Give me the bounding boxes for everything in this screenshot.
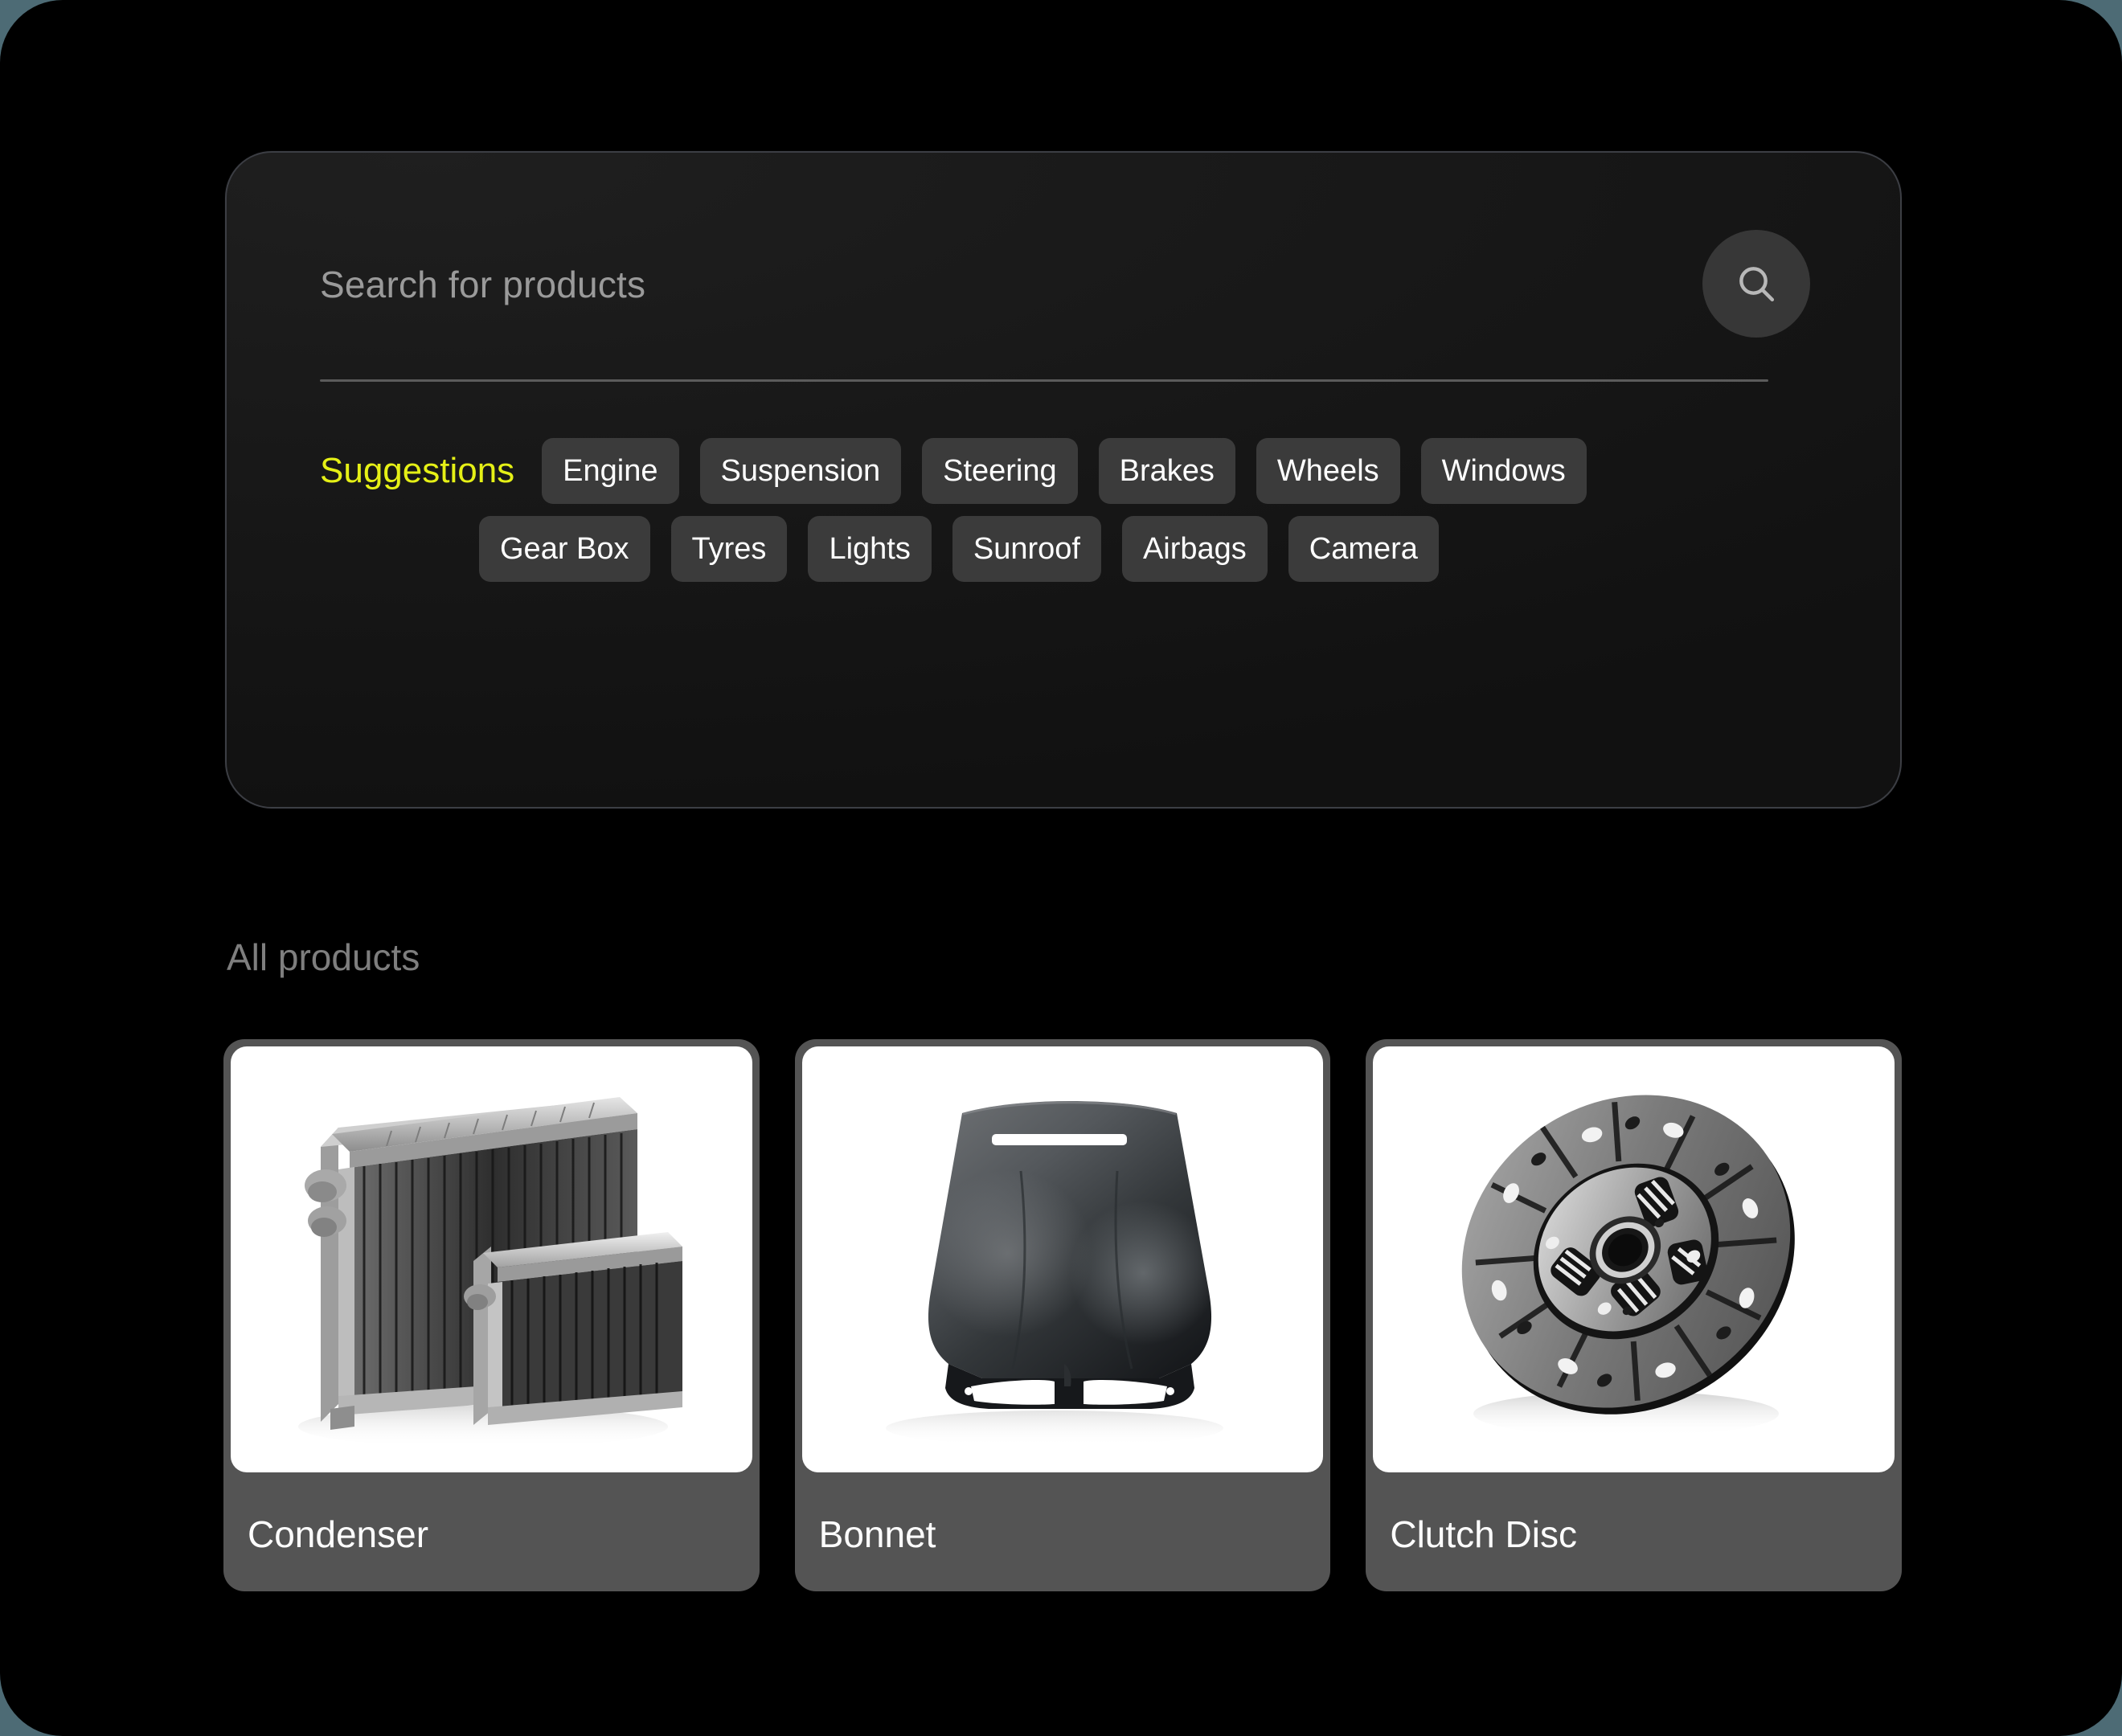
- suggestions-row-primary: Suggestions Engine Suspension Steering B…: [320, 438, 1855, 504]
- suggestion-chip-camera[interactable]: Camera: [1288, 516, 1439, 582]
- product-label: Condenser: [248, 1513, 429, 1555]
- suggestions-block: Suggestions Engine Suspension Steering B…: [320, 438, 1855, 582]
- suggestion-chip-brakes[interactable]: Brakes: [1098, 438, 1235, 504]
- suggestion-chip-windows[interactable]: Windows: [1420, 438, 1587, 504]
- all-products-heading: All products: [227, 936, 420, 978]
- search-button[interactable]: [1702, 230, 1810, 338]
- search-divider: [320, 379, 1768, 382]
- product-card-clutch-disc[interactable]: Clutch Disc: [1366, 1039, 1903, 1591]
- suggestion-chip-gear-box[interactable]: Gear Box: [479, 516, 650, 582]
- product-card-bonnet[interactable]: Bonnet: [794, 1039, 1331, 1591]
- condenser-photo: [231, 1046, 752, 1472]
- suggestion-chip-steering[interactable]: Steering: [922, 438, 1078, 504]
- suggestion-chip-airbags[interactable]: Airbags: [1121, 516, 1268, 582]
- search-icon: [1734, 261, 1779, 306]
- suggestion-chip-wheels[interactable]: Wheels: [1256, 438, 1400, 504]
- suggestion-chip-lights[interactable]: Lights: [808, 516, 932, 582]
- clutch-disc-photo: [1373, 1046, 1895, 1472]
- search-panel: Suggestions Engine Suspension Steering B…: [225, 151, 1902, 809]
- product-grid: Condenser Bonnet Clutch Disc: [223, 1039, 1903, 1591]
- product-label: Clutch Disc: [1390, 1513, 1577, 1555]
- device-screen: Suggestions Engine Suspension Steering B…: [0, 0, 2122, 1736]
- suggestions-row-secondary: Gear Box Tyres Lights Sunroof Airbags Ca…: [320, 516, 1855, 582]
- product-card-condenser[interactable]: Condenser: [223, 1039, 760, 1591]
- suggestion-chip-suspension[interactable]: Suspension: [699, 438, 902, 504]
- suggestion-chip-tyres[interactable]: Tyres: [670, 516, 788, 582]
- bonnet-photo: [801, 1046, 1324, 1472]
- search-row: [320, 212, 1810, 357]
- suggestions-label: Suggestions: [320, 451, 515, 490]
- suggestion-chip-engine[interactable]: Engine: [542, 438, 679, 504]
- product-label: Bonnet: [818, 1513, 936, 1555]
- suggestion-chip-sunroof[interactable]: Sunroof: [952, 516, 1101, 582]
- search-input[interactable]: [320, 212, 1670, 357]
